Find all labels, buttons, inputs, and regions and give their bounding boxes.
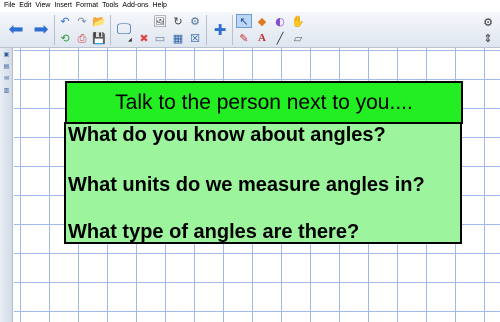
settings-gear-icon[interactable]: ⚙	[480, 15, 496, 29]
menu-add-ons[interactable]: Add-ons	[122, 0, 148, 12]
forward-arrow-icon[interactable]: ➡	[31, 19, 51, 41]
menu-edit[interactable]: Edit	[19, 0, 31, 12]
select-arrow-icon[interactable]: ↖	[236, 14, 252, 28]
save-icon[interactable]: 💾	[91, 31, 107, 45]
back-arrow-icon[interactable]: ⬅	[6, 19, 26, 41]
question-2: What units do we measure angles in?	[68, 174, 425, 196]
hand-icon[interactable]: ✋	[290, 14, 306, 28]
eraser-icon[interactable]: ☒	[187, 31, 203, 45]
menu-format[interactable]: Format	[76, 0, 98, 12]
attachments-tab-icon[interactable]: ✉	[2, 74, 11, 83]
text-icon[interactable]: A	[254, 31, 270, 45]
page-icon[interactable]: ⟲	[57, 31, 73, 45]
rotate-icon[interactable]: ↻	[170, 14, 186, 28]
paint-bucket-icon[interactable]: ◆	[254, 14, 270, 28]
chevron-down-icon[interactable]: ◢	[128, 37, 132, 43]
menu-view[interactable]: View	[35, 0, 50, 12]
toolbar-separator	[54, 15, 55, 45]
menu-help[interactable]: Help	[153, 0, 167, 12]
table-icon[interactable]: ▦	[170, 31, 186, 45]
menu-bar: File Edit View Insert Format Tools Add-o…	[0, 0, 500, 12]
gallery-tab-icon[interactable]: ▤	[2, 62, 11, 71]
menu-insert[interactable]: Insert	[54, 0, 72, 12]
toolbar-separator	[110, 15, 111, 45]
menu-file[interactable]: File	[4, 0, 15, 12]
line-icon[interactable]: ╱	[272, 31, 288, 45]
print-icon[interactable]: ⎙	[74, 31, 90, 45]
question-3: What type of angles are there?	[68, 221, 360, 243]
toolbar-separator	[206, 15, 207, 45]
delete-icon[interactable]: ✖	[136, 31, 152, 45]
undo-icon[interactable]: ↶	[57, 14, 73, 28]
main-toolbar: ⬅ ➡ ↶ ↷ 📂 ⟲ ⎙ 💾 🖵 ◢ ✖ 🖼 ▭ ↻ ▦ ⚙ ☒ ✚ ↖ ◆ …	[0, 12, 500, 48]
image-icon[interactable]: 🖼	[152, 14, 168, 28]
shape-eraser-icon[interactable]: ▱	[290, 31, 306, 45]
fill-icon[interactable]: ⚙	[187, 14, 203, 28]
toolbar-separator	[232, 15, 233, 45]
expand-icon[interactable]: ⇕	[480, 31, 496, 45]
pens-icon[interactable]: ✎	[236, 31, 252, 45]
properties-tab-icon[interactable]: ▥	[2, 86, 11, 95]
questions-box[interactable]: What do you know about angles? What unit…	[64, 122, 462, 244]
screen-shade-icon[interactable]: ▭	[152, 31, 168, 45]
page-sorter-tab-icon[interactable]: ▣	[2, 50, 11, 59]
question-1: What do you know about angles?	[68, 124, 386, 146]
add-page-icon[interactable]: ✚	[210, 19, 230, 41]
slide-title-box[interactable]: Talk to the person next to you....	[65, 81, 463, 124]
side-tabs: ▣ ▤ ✉ ▥	[0, 48, 13, 322]
open-folder-icon[interactable]: 📂	[91, 14, 107, 28]
redo-icon[interactable]: ↷	[74, 14, 90, 28]
menu-tools[interactable]: Tools	[102, 0, 118, 12]
slide-title: Talk to the person next to you....	[115, 90, 413, 114]
highlighter-icon[interactable]: ◐	[272, 14, 288, 28]
